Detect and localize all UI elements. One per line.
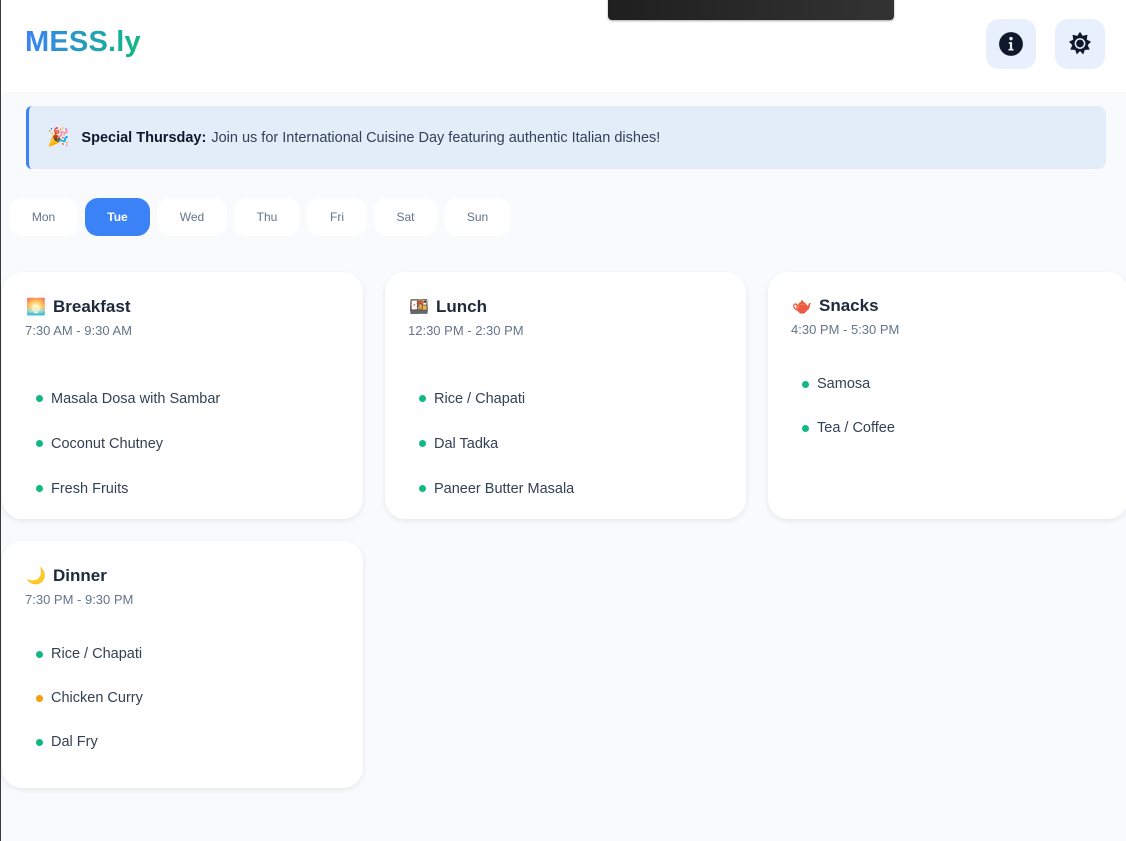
menu-item: Dal Fry xyxy=(36,720,143,764)
veg-indicator xyxy=(36,440,43,447)
info-icon xyxy=(999,32,1023,56)
menu-item: Rice / Chapati xyxy=(36,632,143,676)
day-tab-wed[interactable]: Wed xyxy=(157,198,227,236)
menu-item-name: Tea / Coffee xyxy=(817,420,895,436)
meal-time: 4:30 PM - 5:30 PM xyxy=(791,322,900,337)
meal-items: Masala Dosa with Sambar Coconut Chutney … xyxy=(36,376,220,511)
crescent-moon-icon: 🌙 xyxy=(26,568,46,585)
meal-card-breakfast: 🌅 Breakfast 7:30 AM - 9:30 AM Masala Dos… xyxy=(2,272,363,519)
menu-item: Paneer Butter Masala xyxy=(419,466,574,511)
theme-toggle-button[interactable] xyxy=(1055,19,1105,69)
menu-item-name: Masala Dosa with Sambar xyxy=(51,390,221,407)
day-tab-fri[interactable]: Fri xyxy=(307,198,367,236)
meal-title: 🌙 Dinner xyxy=(26,566,107,586)
non-veg-indicator xyxy=(36,694,43,702)
banner-message: Join us for International Cuisine Day fe… xyxy=(211,129,661,146)
meal-time: 7:30 PM - 9:30 PM xyxy=(25,592,134,607)
menu-item-name: Samosa xyxy=(817,376,871,392)
teapot-icon: 🫖 xyxy=(792,298,812,315)
menu-item: Rice / Chapati xyxy=(419,376,574,421)
menu-item: Samosa xyxy=(802,362,895,406)
veg-indicator xyxy=(36,485,43,492)
veg-indicator xyxy=(419,485,426,492)
day-tab-tue[interactable]: Tue xyxy=(85,198,150,236)
meal-title: 🫖 Snacks xyxy=(792,296,879,316)
menu-item-name: Paneer Butter Masala xyxy=(434,480,575,497)
announcement-banner: 🎉 Special Thursday: Join us for Internat… xyxy=(26,106,1106,169)
menu-item-name: Chicken Curry xyxy=(51,690,143,706)
menu-item: Chicken Curry xyxy=(36,676,143,720)
window-notch xyxy=(608,0,894,20)
menu-item: Masala Dosa with Sambar xyxy=(36,376,220,421)
menu-item-name: Fresh Fruits xyxy=(51,480,129,497)
menu-item-name: Rice / Chapati xyxy=(51,646,143,662)
meal-name: Breakfast xyxy=(53,297,131,316)
banner-title: Special Thursday: xyxy=(81,129,207,146)
menu-item-name: Dal Tadka xyxy=(434,435,499,452)
veg-indicator xyxy=(419,440,426,447)
party-popper-icon: 🎉 xyxy=(47,127,70,147)
sunrise-icon: 🌅 xyxy=(26,299,46,316)
sun-icon xyxy=(1068,31,1092,55)
day-tab-sun[interactable]: Sun xyxy=(444,198,511,236)
menu-item: Coconut Chutney xyxy=(36,421,220,466)
veg-indicator xyxy=(802,424,809,432)
meal-name: Snacks xyxy=(819,296,879,315)
veg-indicator xyxy=(419,395,426,402)
meal-time: 12:30 PM - 2:30 PM xyxy=(408,323,524,338)
veg-indicator xyxy=(36,650,43,658)
meal-title: 🌅 Breakfast xyxy=(26,297,131,317)
day-tab-sat[interactable]: Sat xyxy=(374,198,437,236)
menu-item-name: Rice / Chapati xyxy=(434,390,526,407)
bento-box-icon: 🍱 xyxy=(409,299,429,316)
app-logo[interactable]: MESS.ly xyxy=(25,26,141,59)
menu-item: Fresh Fruits xyxy=(36,466,220,511)
menu-item-name: Coconut Chutney xyxy=(51,435,164,452)
meal-items: Samosa Tea / Coffee xyxy=(802,362,895,450)
menu-item: Dal Tadka xyxy=(419,421,574,466)
menu-item-name: Dal Fry xyxy=(51,734,98,750)
app-header: MESS.ly xyxy=(1,0,1126,92)
menu-item: Tea / Coffee xyxy=(802,406,895,450)
meal-name: Dinner xyxy=(53,566,107,585)
veg-indicator xyxy=(802,380,809,388)
meal-name: Lunch xyxy=(436,297,487,316)
meal-card-snacks: 🫖 Snacks 4:30 PM - 5:30 PM Samosa Tea / … xyxy=(768,272,1126,519)
meal-items: Rice / Chapati Chicken Curry Dal Fry xyxy=(36,632,143,764)
day-tab-thu[interactable]: Thu xyxy=(234,198,300,236)
meal-card-lunch: 🍱 Lunch 12:30 PM - 2:30 PM Rice / Chapat… xyxy=(385,272,746,519)
info-button[interactable] xyxy=(986,19,1036,69)
meal-items: Rice / Chapati Dal Tadka Paneer Butter M… xyxy=(419,376,574,511)
meal-title: 🍱 Lunch xyxy=(409,297,487,317)
day-tab-mon[interactable]: Mon xyxy=(9,198,78,236)
veg-indicator xyxy=(36,738,43,746)
meal-time: 7:30 AM - 9:30 AM xyxy=(25,323,132,338)
meal-card-dinner: 🌙 Dinner 7:30 PM - 9:30 PM Rice / Chapat… xyxy=(2,541,363,788)
veg-indicator xyxy=(36,395,43,402)
